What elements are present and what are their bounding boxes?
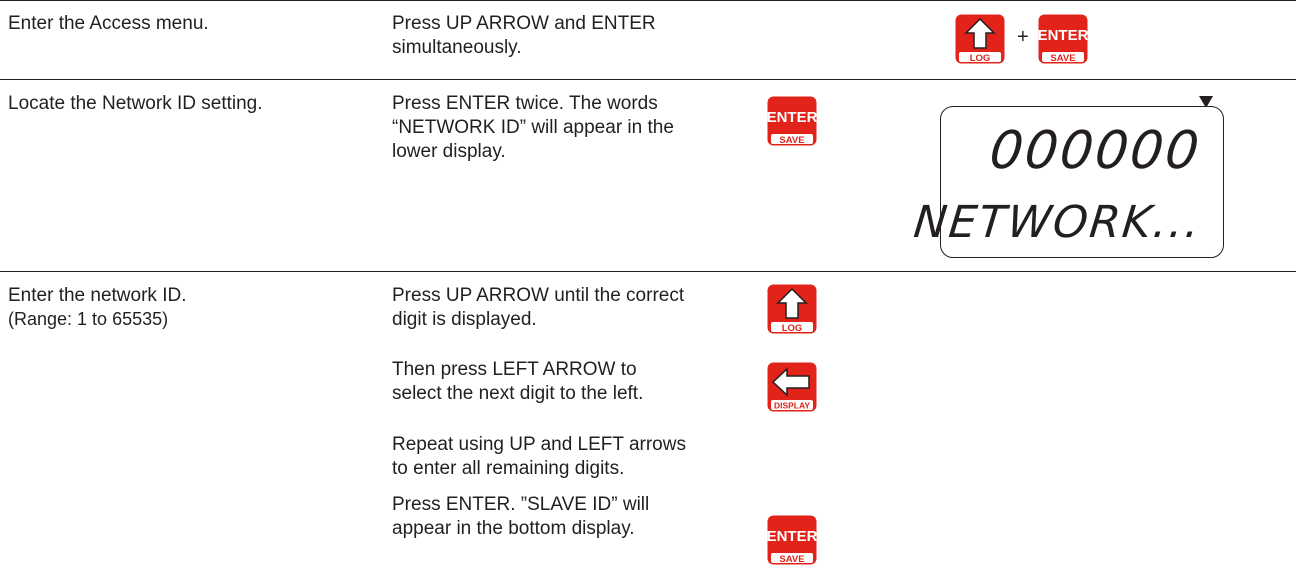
- left-arrow-key[interactable]: DISPLAY: [767, 362, 817, 412]
- enter-key-icon: ENTER SAVE: [1038, 14, 1088, 64]
- instruction-line: appear in the bottom display.: [392, 518, 635, 539]
- enter-key[interactable]: ENTER SAVE: [767, 515, 817, 565]
- instruction-line: Press UP ARROW and ENTER: [392, 13, 656, 34]
- up-arrow-key[interactable]: LOG: [955, 14, 1005, 64]
- instruction-line: digit is displayed.: [392, 309, 537, 330]
- enter-key-icon: ENTER SAVE: [767, 96, 817, 146]
- left-arrow-icon: DISPLAY: [767, 362, 817, 412]
- table-rule: [0, 271, 1296, 272]
- instruction-line: lower display.: [392, 141, 506, 162]
- lcd-lower-display: NETWORK...: [911, 197, 1204, 248]
- enter-key[interactable]: ENTER SAVE: [767, 96, 817, 146]
- key-label: ENTER: [767, 109, 817, 126]
- key-caption: SAVE: [779, 135, 804, 146]
- instruction-line: “NETWORK ID” will appear in the: [392, 117, 674, 138]
- key-label: ENTER: [1038, 27, 1088, 44]
- key-label: ENTER: [767, 528, 817, 545]
- key-caption: SAVE: [1050, 53, 1075, 64]
- lcd-upper-display: 000000: [987, 121, 1205, 181]
- up-arrow-key[interactable]: LOG: [767, 284, 817, 334]
- instruction-line: select the next digit to the left.: [392, 383, 644, 404]
- step-label: Enter the network ID.: [8, 285, 187, 306]
- up-arrow-icon: LOG: [767, 284, 817, 334]
- table-rule: [0, 79, 1296, 80]
- key-caption: DISPLAY: [774, 401, 810, 411]
- step-label: Enter the Access menu.: [8, 13, 209, 34]
- table-rule: [0, 0, 1296, 1]
- enter-key-icon: ENTER SAVE: [767, 515, 817, 565]
- instruction-line: Press UP ARROW until the correct: [392, 285, 685, 306]
- instruction-line: Repeat using UP and LEFT arrows: [392, 434, 686, 455]
- step-note: (Range: 1 to 65535): [8, 309, 169, 329]
- plus-sign: +: [1017, 26, 1029, 48]
- lcd-display: 000000 NETWORK...: [911, 106, 1224, 258]
- instruction-line: Press ENTER twice. The words: [392, 93, 658, 114]
- instruction-line: Press ENTER. ”SLAVE ID” will: [392, 494, 650, 515]
- instruction-line: Then press LEFT ARROW to: [392, 359, 637, 380]
- key-caption: SAVE: [779, 554, 804, 565]
- key-caption: LOG: [782, 323, 803, 334]
- step-label: Locate the Network ID setting.: [8, 93, 263, 114]
- procedure-table: Enter the Access menu. Press UP ARROW an…: [0, 0, 1296, 585]
- up-arrow-icon: LOG: [955, 14, 1005, 64]
- instruction-line: simultaneously.: [392, 37, 522, 58]
- enter-key[interactable]: ENTER SAVE: [1038, 14, 1088, 64]
- instruction-line: to enter all remaining digits.: [392, 458, 625, 479]
- key-caption: LOG: [970, 53, 991, 64]
